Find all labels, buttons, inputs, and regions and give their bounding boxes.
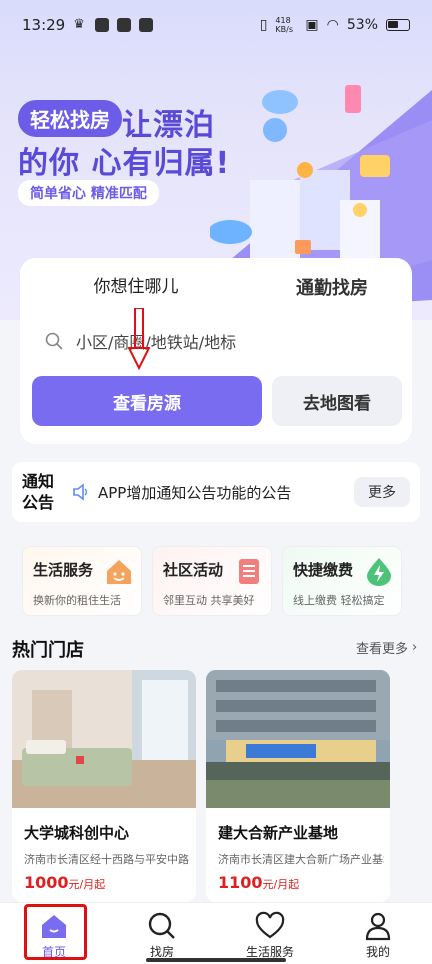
search-icon [148, 912, 175, 939]
search-input[interactable]: 小区/商圈/地铁站/地标 [44, 322, 384, 360]
store-card[interactable]: 大学城科创中心 济南市长清区经十西路与平安中路 1000元/月起 [12, 670, 196, 902]
status-time: 13:29 [22, 16, 66, 34]
store-photo-bedroom [12, 670, 196, 808]
bedroom-photo [12, 670, 196, 808]
sim-icon: ▣ [305, 17, 319, 33]
store-name: 建大合新产业基地 [218, 824, 339, 842]
notice-label-line2: 公告 [22, 493, 55, 512]
view-listings-button[interactable]: 查看房源 [32, 376, 262, 426]
store-price-unit: 元/月起 [68, 878, 106, 891]
chevron-right-icon: › [412, 640, 418, 655]
hot-stores-more-label: 查看更多 [356, 642, 409, 657]
tab-commute-search[interactable]: 通勤找房 [252, 264, 412, 310]
store-price: 1000元/月起 [24, 873, 196, 892]
status-right: ▯ 418 KB/s ▣ ◠ 53% [260, 16, 410, 34]
wifi-icon: ◠ [326, 17, 339, 33]
tab-where-to-live[interactable]: 你想住哪儿 [20, 258, 252, 310]
notice-label: 通知 公告 [22, 471, 66, 513]
notice-label-line1: 通知 [22, 472, 55, 491]
search-tabs: 你想住哪儿 通勤找房 [20, 258, 412, 310]
home-indicator[interactable] [146, 958, 286, 962]
nav-search[interactable]: 找房 [108, 903, 216, 964]
hot-stores-title: 热门门店 [12, 640, 84, 661]
nav-life-services[interactable]: 生活服务 [216, 903, 324, 964]
service-subtitle: 邻里互动 共享美好 [163, 594, 255, 607]
service-subtitle: 线上缴费 轻松搞定 [293, 594, 385, 607]
store-price-value: 1000 [24, 873, 69, 892]
hero-pill: 轻松找房 [18, 100, 122, 137]
heart-icon [255, 911, 285, 939]
battery-icon [386, 19, 410, 31]
smiley-house-icon [107, 560, 131, 584]
status-bar: 13:29 ♛ ▯ 418 KB/s ▣ ◠ 53% [0, 0, 432, 50]
notice-more-button[interactable]: 更多 [354, 477, 410, 507]
annotation-highlight-box [24, 904, 87, 960]
nav-mine[interactable]: 我的 [324, 903, 432, 964]
person-icon [365, 912, 391, 941]
service-life[interactable]: 生活服务 换新你的租住生活 [22, 546, 142, 616]
hero-line2: 的你 心有归属! [18, 146, 231, 181]
service-community[interactable]: 社区活动 邻里互动 共享美好 [152, 546, 272, 616]
hero-subtitle: 简单省心 精准匹配 [18, 180, 159, 206]
store-address: 济南市长清区建大合新广场产业基地 [218, 853, 384, 866]
speaker-icon [73, 483, 88, 501]
map-view-button[interactable]: 去地图看 [272, 376, 402, 426]
vibrate-icon: ▯ [259, 17, 268, 33]
hot-stores-more-link[interactable]: 查看更多 › [356, 638, 417, 657]
store-price: 1100元/月起 [218, 873, 390, 892]
search-placeholder: 小区/商圈/地铁站/地标 [76, 333, 237, 352]
crown-icon: ♛ [73, 17, 85, 32]
store-name: 大学城科创中心 [24, 824, 130, 842]
store-photo-building [206, 670, 390, 808]
play-icon [139, 18, 154, 32]
search-icon [45, 332, 63, 350]
service-payment[interactable]: 快捷缴费 线上缴费 轻松搞定 [282, 546, 402, 616]
store-price-value: 1100 [218, 873, 263, 892]
notice-text[interactable]: APP增加通知公告功能的公告 [98, 482, 354, 503]
store-price-unit: 元/月起 [262, 878, 300, 891]
battery-percent: 53% [346, 17, 378, 33]
status-left: 13:29 ♛ [22, 16, 154, 34]
app-icon [95, 18, 110, 32]
service-subtitle: 换新你的租住生活 [33, 594, 121, 607]
net-speed: 418 KB/s [275, 16, 294, 34]
store-card[interactable]: 建大合新产业基地 济南市长清区建大合新广场产业基地 1100元/月起 [206, 670, 390, 902]
list-icon [239, 559, 259, 584]
store-address: 济南市长清区经十西路与平安中路 [24, 853, 189, 866]
nav-label: 我的 [365, 945, 390, 959]
building-photo [206, 670, 390, 808]
mail-icon [117, 18, 132, 32]
lightning-drop-icon [367, 558, 391, 586]
annotation-arrow-icon [128, 308, 150, 370]
notice-bar[interactable]: 通知 公告 APP增加通知公告功能的公告 更多 [12, 462, 420, 522]
